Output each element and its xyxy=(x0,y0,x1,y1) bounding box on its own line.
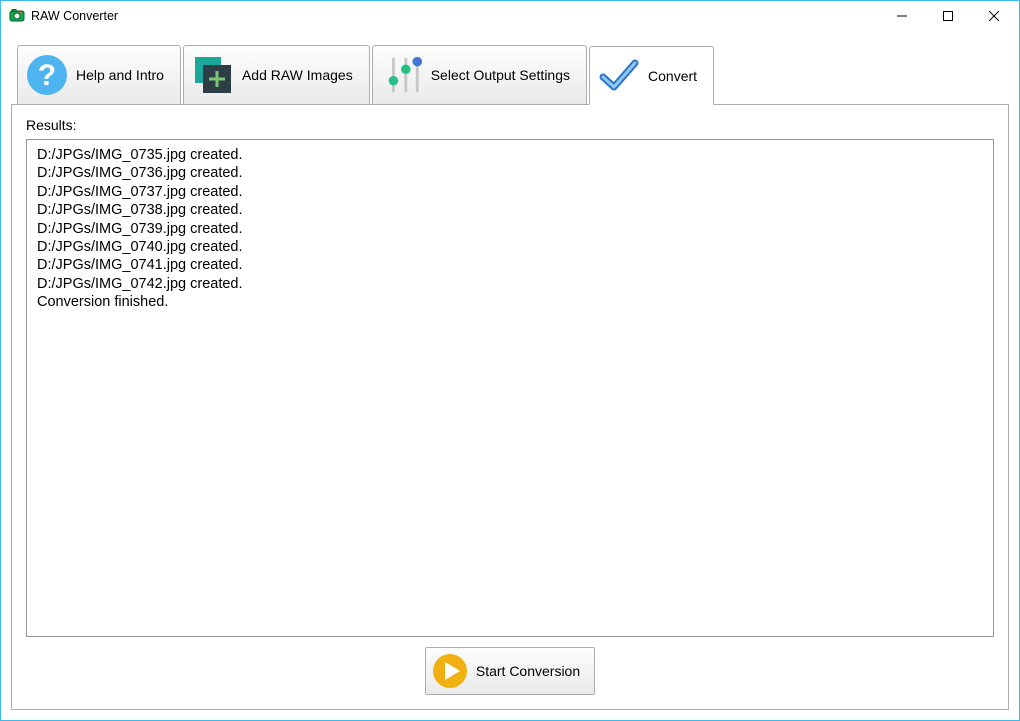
tab-help[interactable]: ? Help and Intro xyxy=(17,45,181,104)
client-area: ? Help and Intro Add RAW Images xyxy=(1,31,1019,720)
results-label: Results: xyxy=(26,117,994,133)
window-controls xyxy=(879,1,1017,30)
app-icon xyxy=(9,8,25,24)
svg-text:?: ? xyxy=(38,59,56,92)
window-title: RAW Converter xyxy=(31,9,879,23)
checkmark-icon xyxy=(598,55,640,97)
minimize-button[interactable] xyxy=(879,1,925,31)
tabstrip: ? Help and Intro Add RAW Images xyxy=(17,45,1009,104)
plus-icon xyxy=(192,54,234,96)
titlebar[interactable]: RAW Converter xyxy=(1,1,1019,31)
tab-content: Results: D:/JPGs/IMG_0735.jpg created. D… xyxy=(11,104,1009,710)
results-textarea[interactable]: D:/JPGs/IMG_0735.jpg created. D:/JPGs/IM… xyxy=(26,139,994,637)
bottom-row: Start Conversion xyxy=(26,647,994,695)
tab-label: Convert xyxy=(648,68,697,84)
tab-label: Add RAW Images xyxy=(242,67,353,83)
start-conversion-label: Start Conversion xyxy=(476,663,580,679)
close-button[interactable] xyxy=(971,1,1017,31)
tab-add-images[interactable]: Add RAW Images xyxy=(183,45,370,104)
play-icon xyxy=(432,653,468,689)
app-window: RAW Converter ? Help and Int xyxy=(0,0,1020,721)
start-conversion-button[interactable]: Start Conversion xyxy=(425,647,595,695)
tab-output-settings[interactable]: Select Output Settings xyxy=(372,45,587,104)
tab-label: Help and Intro xyxy=(76,67,164,83)
sliders-icon xyxy=(381,54,423,96)
tab-convert[interactable]: Convert xyxy=(589,46,714,105)
tab-label: Select Output Settings xyxy=(431,67,570,83)
question-icon: ? xyxy=(26,54,68,96)
maximize-button[interactable] xyxy=(925,1,971,31)
